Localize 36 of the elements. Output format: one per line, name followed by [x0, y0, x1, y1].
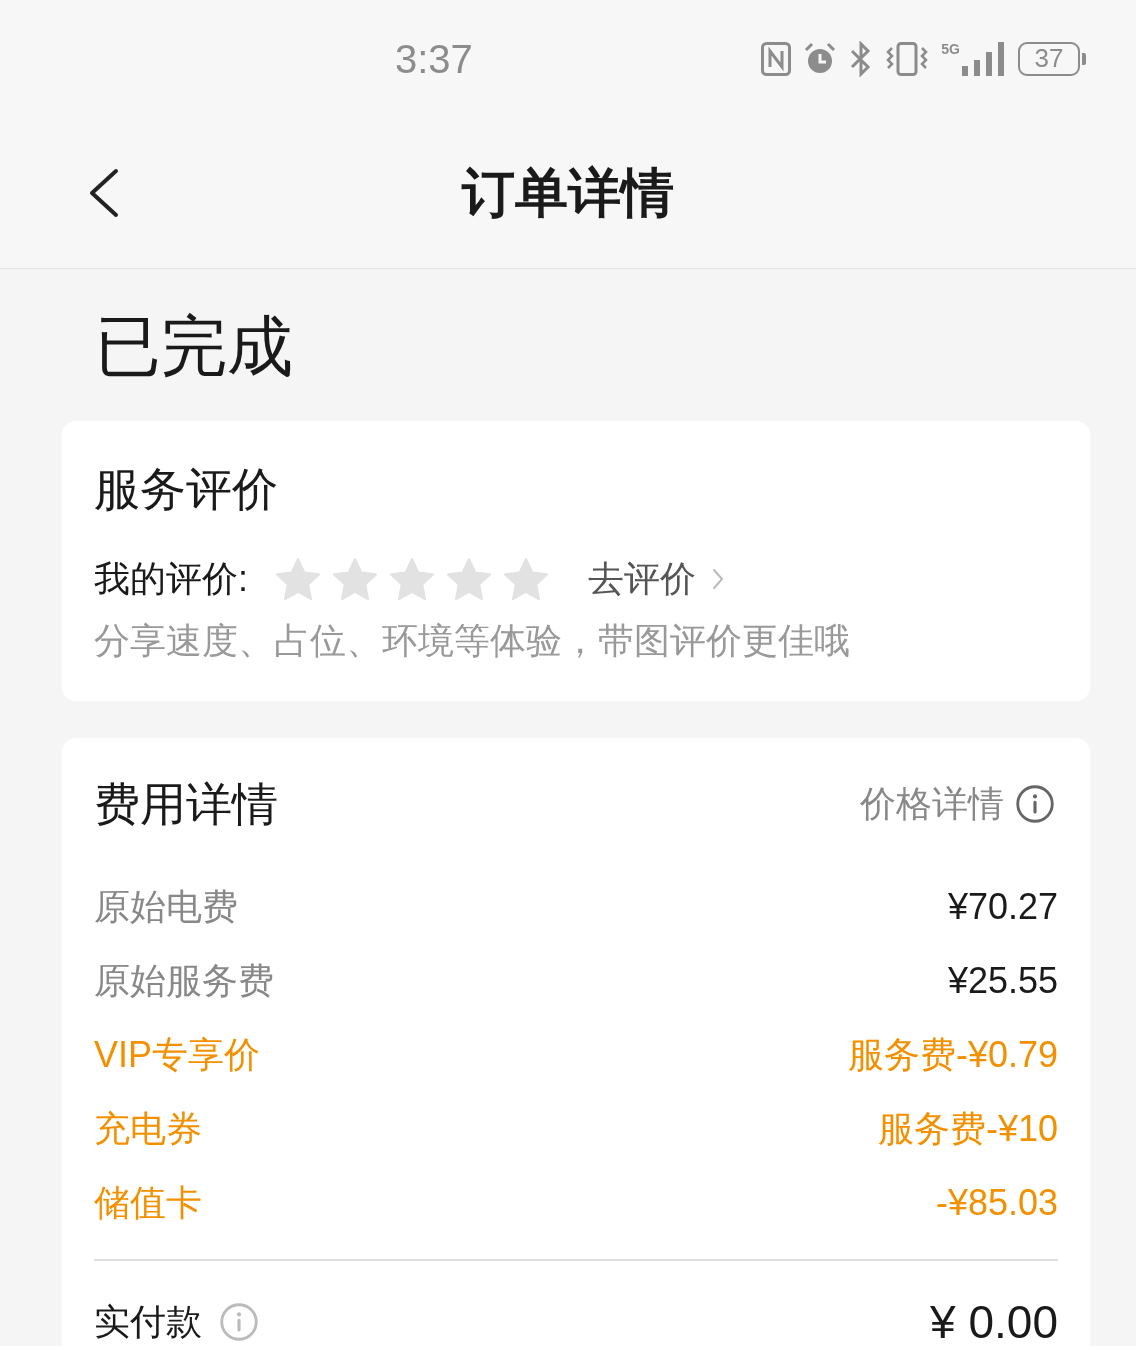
fee-label: 充电券	[94, 1107, 202, 1151]
fee-label: 原始服务费	[94, 959, 274, 1003]
battery-indicator: 37	[1018, 42, 1086, 76]
alarm-icon	[803, 42, 838, 76]
status-time: 3:37	[395, 36, 473, 83]
order-status: 已完成	[95, 309, 293, 383]
fee-amount: ¥25.55	[947, 959, 1058, 1003]
fee-amount: 服务费-¥0.79	[847, 1033, 1058, 1077]
fee-amount: -¥85.03	[935, 1181, 1058, 1225]
fee-amount: 服务费-¥10	[877, 1107, 1058, 1151]
star-rating[interactable]	[276, 558, 548, 600]
star-icon[interactable]	[276, 558, 320, 600]
rating-hint: 分享速度、占位、环境等体验，带图评价更佳哦	[94, 619, 850, 663]
back-icon[interactable]	[88, 168, 120, 218]
star-icon[interactable]	[504, 558, 548, 600]
rating-label: 我的评价:	[94, 557, 248, 601]
card-title: 费用详情	[94, 777, 278, 832]
star-icon[interactable]	[333, 558, 377, 600]
info-icon[interactable]	[1016, 785, 1054, 823]
rate-button[interactable]: 去评价	[588, 554, 724, 604]
card-title: 服务评价	[94, 462, 278, 517]
vibrate-icon	[885, 42, 930, 76]
total-amount: ¥ 0.00	[930, 1295, 1058, 1346]
price-details-link[interactable]: 价格详情	[860, 779, 1054, 829]
fee-label: 储值卡	[94, 1181, 202, 1225]
chevron-right-icon[interactable]	[712, 568, 724, 590]
fee-amount: ¥70.27	[947, 885, 1058, 929]
star-icon[interactable]	[447, 558, 491, 600]
total-label: 实付款	[94, 1299, 202, 1344]
fee-label: VIP专享价	[94, 1033, 261, 1077]
star-icon[interactable]	[390, 558, 434, 600]
fee-label: 原始电费	[94, 885, 238, 929]
network-type: 5G	[941, 42, 960, 57]
signal-icon	[962, 42, 1006, 76]
nfc-icon	[761, 42, 792, 76]
page-title: 订单详情	[462, 162, 674, 224]
